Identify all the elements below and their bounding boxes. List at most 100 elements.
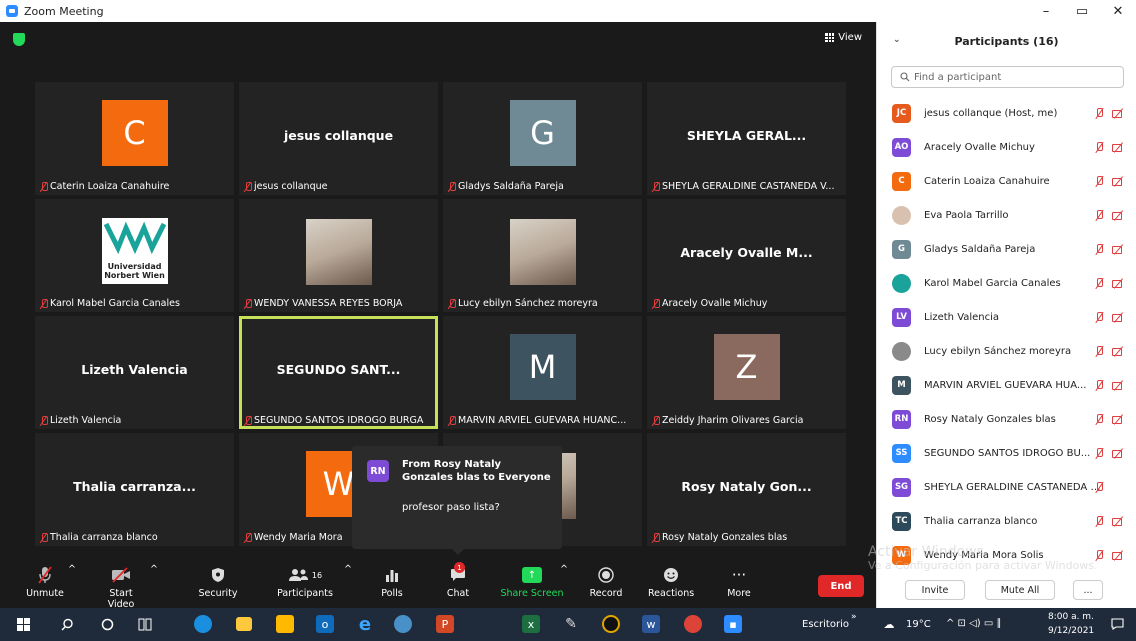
shield-icon[interactable]	[13, 33, 25, 46]
chat-button[interactable]: 1 Chat	[442, 562, 474, 599]
more-button[interactable]: ··· More	[724, 564, 754, 599]
participant-row[interactable]: Karol Mabel Garcia Canales	[877, 266, 1136, 300]
chat-notification[interactable]: RN From Rosy Nataly Gonzales blas to Eve…	[352, 446, 562, 555]
paint-icon[interactable]: ✎	[562, 615, 580, 633]
internet-explorer-icon[interactable]: e	[356, 614, 374, 635]
participant-name: jesus collanque (Host, me)	[924, 107, 1058, 119]
polls-button[interactable]: Polls	[376, 564, 408, 599]
clock-date[interactable]: 9/12/2021	[1048, 626, 1094, 636]
participant-row[interactable]: SG SHEYLA GERALDINE CASTAÑEDA V...	[877, 470, 1136, 504]
video-tile[interactable]: Aracely Ovalle M... Aracely Ovalle Michuy	[647, 199, 846, 312]
zoom-taskbar-icon[interactable]: ▪	[724, 615, 742, 633]
participant-avatar: TC	[892, 511, 911, 531]
invite-button[interactable]: Invite	[905, 580, 965, 600]
media-icon[interactable]	[602, 615, 620, 633]
file-explorer-icon[interactable]	[236, 617, 252, 631]
chrome-icon[interactable]	[684, 615, 702, 633]
video-tile[interactable]: WENDY VANESSA REYES BORJA	[239, 199, 438, 312]
reactions-button[interactable]: Reactions	[648, 564, 694, 599]
participant-avatar: G	[892, 239, 911, 259]
participant-row[interactable]: SS SEGUNDO SANTOS IDROGO BU...	[877, 436, 1136, 470]
participants-button[interactable]: 16 Participants	[276, 564, 334, 599]
emoji-icon	[648, 564, 694, 586]
video-tile[interactable]: C Caterin Loaiza Canahuire	[35, 82, 234, 195]
participant-photo	[509, 219, 576, 285]
video-tile[interactable]: SHEYLA GERAL... SHEYLA GERALDINE CASTAÑED…	[647, 82, 846, 195]
windows-taskbar: o e P x ✎ w ▪ Escritorio » ☁ 19°C ^ ⊡ ◁)…	[0, 608, 1136, 641]
participant-row[interactable]: M MARVIN ARVIEL GUEVARA HUA...	[877, 368, 1136, 402]
video-tile[interactable]: Z Zeiddy Jharim Olivares Garcia	[647, 316, 846, 429]
share-screen-button[interactable]: ↑ Share Screen	[500, 564, 564, 599]
close-button[interactable]: ✕	[1100, 0, 1136, 22]
collapse-panel-icon[interactable]: ⌄	[893, 35, 901, 45]
record-button[interactable]: Record	[588, 564, 624, 599]
search-icon[interactable]	[58, 615, 76, 633]
panel-more-button[interactable]: ...	[1073, 580, 1103, 600]
security-button[interactable]: Security	[198, 564, 238, 599]
notifications-icon[interactable]	[1108, 615, 1126, 633]
cortana-icon[interactable]	[98, 615, 116, 633]
task-view-icon[interactable]	[136, 615, 154, 633]
clock-time[interactable]: 8:00 a. m.	[1048, 612, 1094, 622]
end-meeting-button[interactable]: End	[818, 575, 864, 597]
tile-name-label: MARVIN ARVIEL GUEVARA HUANC...	[446, 415, 639, 426]
participant-row[interactable]: RN Rosy Nataly Gonzales blas	[877, 402, 1136, 436]
mic-muted-icon	[652, 533, 660, 543]
participant-row[interactable]: AO Aracely Ovalle Michuy	[877, 130, 1136, 164]
mute-all-button[interactable]: Mute All	[985, 580, 1055, 600]
sender-avatar: RN	[367, 460, 389, 482]
video-tile[interactable]: SEGUNDO SANT... SEGUNDO SANTOS IDROGO BUR…	[239, 316, 438, 429]
participant-name: Lizeth Valencia	[924, 311, 1000, 323]
temperature[interactable]: 19°C	[906, 619, 931, 630]
participant-row[interactable]: Eva Paola Tarrillo	[877, 198, 1136, 232]
word-icon[interactable]: w	[642, 615, 660, 633]
tile-avatar: C	[101, 100, 168, 166]
participants-options-caret[interactable]: ^	[344, 564, 352, 575]
participant-row[interactable]: TC Thalia carranza blanco	[877, 504, 1136, 538]
minimize-button[interactable]: –	[1028, 0, 1064, 22]
maximize-button[interactable]: ▭	[1064, 0, 1100, 22]
video-tile[interactable]: G Gladys Saldaña Pareja	[443, 82, 642, 195]
participant-search-input[interactable]: Find a participant	[891, 66, 1124, 88]
participant-row[interactable]: C Caterin Loaiza Canahuire	[877, 164, 1136, 198]
powerpoint-icon[interactable]: P	[436, 615, 454, 633]
view-button[interactable]: View	[825, 32, 862, 43]
start-video-button[interactable]: Start Video	[96, 564, 146, 610]
video-tile[interactable]: Lucy ebilyn Sánchez moreyra	[443, 199, 642, 312]
audio-options-caret[interactable]: ^	[68, 564, 76, 575]
mic-muted-icon	[244, 416, 252, 426]
toolbar-expand-chevron[interactable]: »	[851, 612, 857, 622]
video-tile[interactable]: Universidad Norbert Wien Karol Mabel Garci…	[35, 199, 234, 312]
participant-row[interactable]: JC jesus collanque (Host, me)	[877, 96, 1136, 130]
video-tile[interactable]: M MARVIN ARVIEL GUEVARA HUANC...	[443, 316, 642, 429]
windows-start-icon[interactable]	[14, 615, 32, 633]
tray-icons[interactable]: ^ ⊡ ◁) ▭ ∥	[946, 618, 1002, 629]
mic-muted-icon	[1095, 209, 1104, 221]
participant-name: MARVIN ARVIEL GUEVARA HUA...	[924, 379, 1087, 391]
video-options-caret[interactable]: ^	[150, 564, 158, 575]
edge-icon[interactable]	[194, 615, 212, 633]
participant-row[interactable]: Lucy ebilyn Sánchez moreyra	[877, 334, 1136, 368]
share-options-caret[interactable]: ^	[560, 564, 568, 575]
search-placeholder: Find a participant	[914, 71, 1002, 83]
tile-display-name: Aracely Ovalle M...	[680, 245, 813, 260]
video-tile[interactable]: Lizeth Valencia Lizeth Valencia	[35, 316, 234, 429]
participant-avatar	[892, 273, 911, 293]
excel-icon[interactable]: x	[522, 615, 540, 633]
browser-globe-icon[interactable]	[394, 615, 412, 633]
video-tile[interactable]: jesus collanque jesus collanque	[239, 82, 438, 195]
outlook-icon[interactable]: o	[316, 615, 334, 633]
weather-icon[interactable]: ☁	[880, 615, 898, 633]
mic-muted-icon	[1095, 175, 1104, 187]
desktop-toolbar-label[interactable]: Escritorio	[802, 619, 849, 630]
unmute-button[interactable]: Unmute	[26, 564, 64, 599]
university-logo: Universidad Norbert Wien	[101, 218, 168, 284]
video-tile[interactable]: Thalia carranza... Thalia carranza blanco	[35, 433, 234, 546]
title-bar: Zoom Meeting – ▭ ✕	[0, 0, 1136, 22]
video-tile[interactable]: Rosy Nataly Gon... Rosy Nataly Gonzales b…	[647, 433, 846, 546]
participant-row[interactable]: G Gladys Saldaña Pareja	[877, 232, 1136, 266]
store-icon[interactable]	[276, 615, 294, 633]
camera-off-icon	[1112, 176, 1125, 187]
participant-name: Eva Paola Tarrillo	[924, 209, 1009, 221]
participant-row[interactable]: LV Lizeth Valencia	[877, 300, 1136, 334]
